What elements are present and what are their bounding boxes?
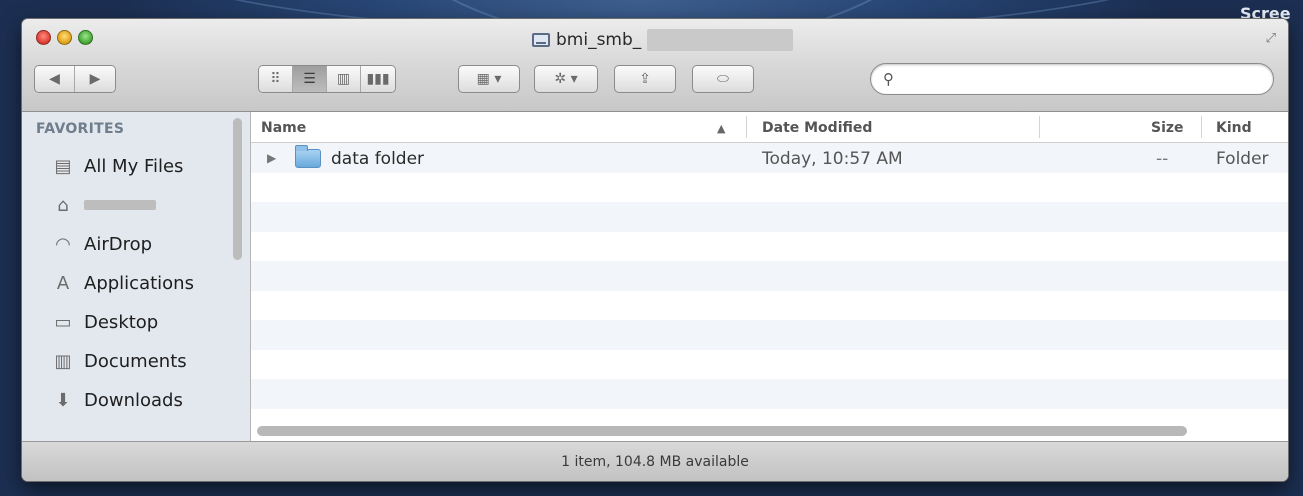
file-date-modified: Today, 10:57 AM xyxy=(762,149,903,169)
back-forward-control: ◀ ▶ xyxy=(34,65,116,93)
file-kind: Folder xyxy=(1216,149,1269,169)
column-header-name[interactable]: Name xyxy=(261,120,306,136)
network-volume-icon xyxy=(532,33,550,47)
status-bar: 1 item, 104.8 MB available xyxy=(22,441,1288,481)
sidebar: FAVORITES ▤ All My Files ⌂ ◠ AirDrop A A… xyxy=(22,112,251,442)
column-header-date-modified[interactable]: Date Modified xyxy=(762,120,872,136)
downloads-icon: ⬇ xyxy=(55,389,71,411)
back-button[interactable]: ◀ xyxy=(35,66,75,92)
empty-row xyxy=(251,320,1288,350)
coverflow-view-button[interactable]: ▮▮▮ xyxy=(361,66,395,92)
empty-row xyxy=(251,350,1288,380)
horizontal-scrollbar[interactable] xyxy=(257,426,1187,436)
documents-icon: ▥ xyxy=(54,350,72,372)
toolbar: bmi_smb_ ⤢ ◀ ▶ ⠿ ☰ ▥ ▮▮▮ ▦ ▾ ✲ ▾ ⇪ ⬭ ⚲ xyxy=(22,19,1288,112)
list-view-button[interactable]: ☰ xyxy=(293,66,327,92)
sidebar-item-label: Desktop xyxy=(84,311,159,333)
empty-row xyxy=(251,232,1288,262)
sidebar-item-airdrop[interactable]: ◠ AirDrop xyxy=(52,230,152,258)
zoom-button[interactable] xyxy=(78,30,93,45)
sidebar-item-documents[interactable]: ▥ Documents xyxy=(52,347,187,375)
disclosure-triangle-icon[interactable]: ▶ xyxy=(267,151,276,165)
sidebar-item-all-my-files[interactable]: ▤ All My Files xyxy=(52,152,183,180)
home-icon: ⌂ xyxy=(57,194,69,216)
search-input[interactable] xyxy=(900,70,1273,88)
redacted-label xyxy=(84,200,156,210)
file-size: -- xyxy=(1156,149,1169,169)
search-field[interactable]: ⚲ xyxy=(870,63,1274,95)
tags-button[interactable]: ⬭ xyxy=(692,65,754,93)
view-mode-control: ⠿ ☰ ▥ ▮▮▮ xyxy=(258,65,396,93)
share-button[interactable]: ⇪ xyxy=(614,65,676,93)
redacted-title xyxy=(647,29,794,51)
status-text: 1 item, 104.8 MB available xyxy=(561,453,749,470)
column-divider[interactable] xyxy=(746,116,747,138)
fullscreen-icon[interactable]: ⤢ xyxy=(1266,31,1276,46)
close-button[interactable] xyxy=(36,30,51,45)
sidebar-item-label: Applications xyxy=(84,272,194,294)
table-row[interactable]: ▶ data folder Today, 10:57 AM -- Folder xyxy=(251,143,1288,173)
minimize-button[interactable] xyxy=(57,30,72,45)
action-button[interactable]: ✲ ▾ xyxy=(534,65,598,93)
icon-view-button[interactable]: ⠿ xyxy=(259,66,293,92)
sidebar-item-applications[interactable]: A Applications xyxy=(52,269,194,297)
desktop-icon: ▭ xyxy=(54,311,72,333)
applications-icon: A xyxy=(56,272,70,294)
window-title: bmi_smb_ xyxy=(532,29,794,51)
rows-container: ▶ data folder Today, 10:57 AM -- Folder xyxy=(251,143,1288,409)
column-view-button[interactable]: ▥ xyxy=(327,66,361,92)
folder-icon xyxy=(295,145,321,168)
finder-window: bmi_smb_ ⤢ ◀ ▶ ⠿ ☰ ▥ ▮▮▮ ▦ ▾ ✲ ▾ ⇪ ⬭ ⚲ F… xyxy=(22,19,1288,481)
sidebar-scrollbar[interactable] xyxy=(233,118,242,260)
arrange-button[interactable]: ▦ ▾ xyxy=(458,65,520,93)
sidebar-item-label: Documents xyxy=(84,350,187,372)
sidebar-item-label: Downloads xyxy=(84,389,183,411)
column-header-kind[interactable]: Kind xyxy=(1216,120,1252,136)
empty-row xyxy=(251,379,1288,409)
file-list: Name ▲ Date Modified Size Kind ▶ data fo… xyxy=(251,112,1288,442)
sidebar-header: FAVORITES xyxy=(36,121,125,137)
sidebar-item-desktop[interactable]: ▭ Desktop xyxy=(52,308,158,336)
forward-button[interactable]: ▶ xyxy=(75,66,115,92)
column-divider[interactable] xyxy=(1039,116,1040,138)
empty-row xyxy=(251,261,1288,291)
empty-row xyxy=(251,173,1288,203)
empty-row xyxy=(251,291,1288,321)
file-name: data folder xyxy=(331,149,425,169)
sidebar-item-downloads[interactable]: ⬇ Downloads xyxy=(52,386,183,414)
search-icon: ⚲ xyxy=(883,70,894,88)
window-title-text: bmi_smb_ xyxy=(556,30,642,50)
sidebar-item-home[interactable]: ⌂ xyxy=(52,191,156,219)
sidebar-item-label: All My Files xyxy=(84,155,184,177)
sort-ascending-icon: ▲ xyxy=(717,122,726,135)
column-header-size[interactable]: Size xyxy=(1151,120,1184,136)
empty-row xyxy=(251,202,1288,232)
sidebar-item-label: AirDrop xyxy=(84,233,153,255)
all-files-icon: ▤ xyxy=(54,155,72,177)
column-divider[interactable] xyxy=(1201,116,1202,138)
column-headers: Name ▲ Date Modified Size Kind xyxy=(251,112,1288,143)
airdrop-icon: ◠ xyxy=(55,233,71,255)
